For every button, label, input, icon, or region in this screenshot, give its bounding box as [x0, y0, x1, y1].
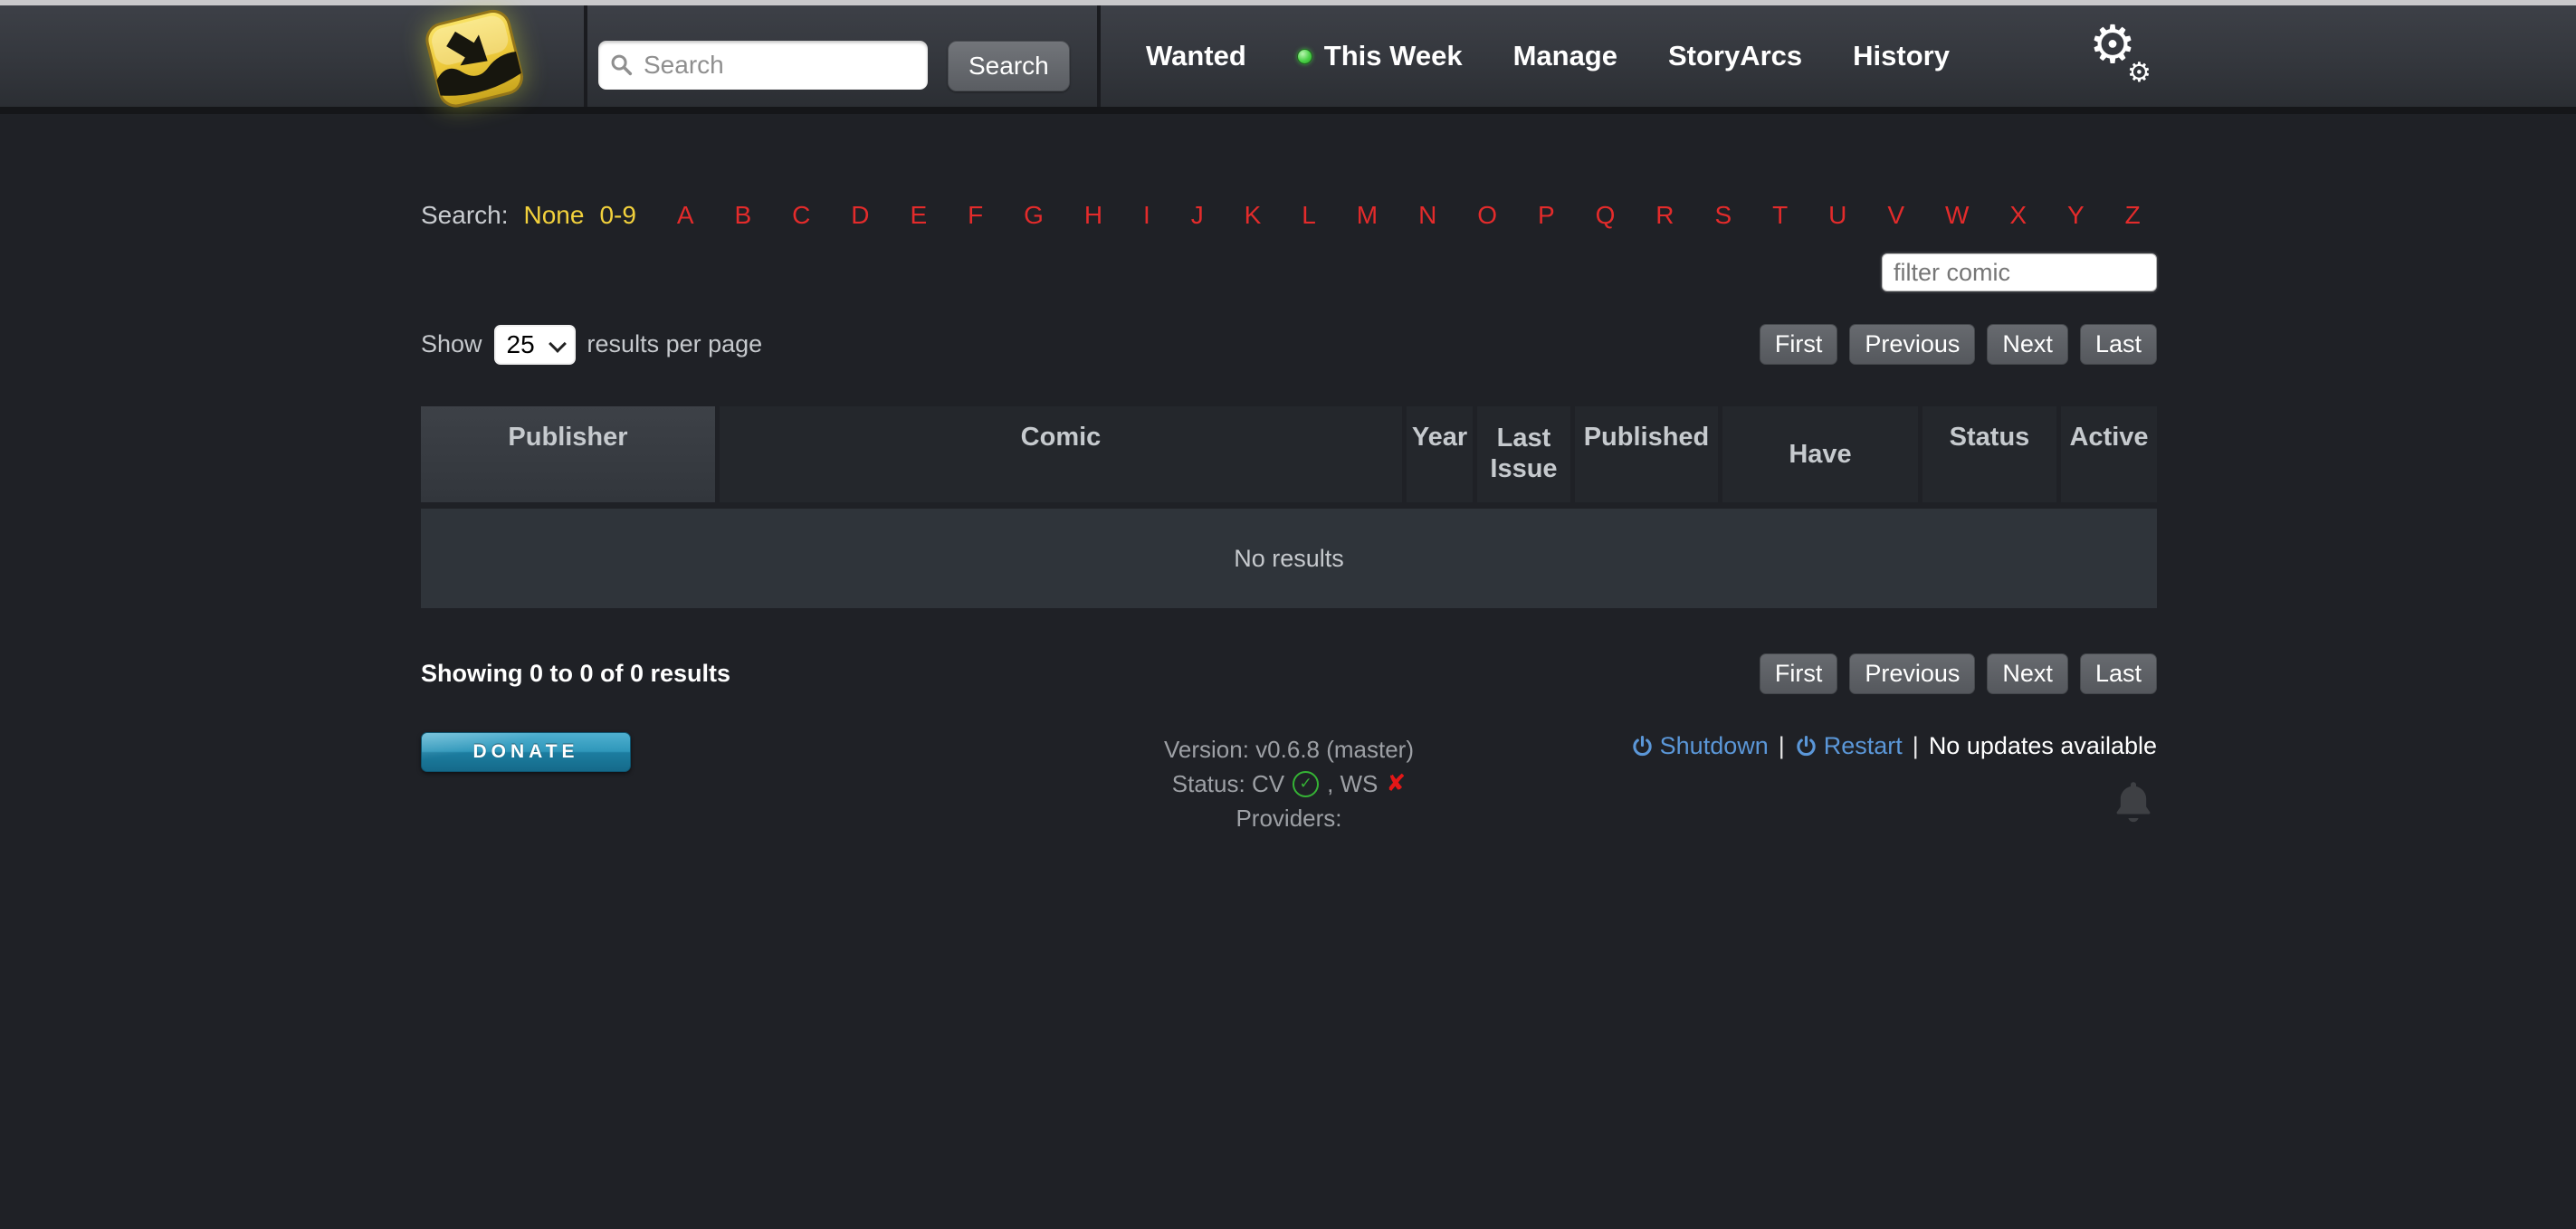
pagination-top: First Previous Next Last [1760, 324, 2157, 365]
results-summary: Showing 0 to 0 of 0 results [421, 660, 730, 688]
restart-link[interactable]: Restart [1795, 732, 1903, 760]
search-icon [609, 52, 634, 82]
results-per-page-control: Show 25 results per page [421, 325, 762, 365]
alphabet-filter-row: Search: None 0-9 A B C D E F G H I J K L M N O P Q R S T U V W… [421, 201, 2157, 230]
alpha-filter-0-9[interactable]: 0-9 [599, 201, 635, 230]
alpha-letter-U[interactable]: U [1828, 201, 1846, 230]
nav-item-wanted[interactable]: Wanted [1146, 40, 1246, 72]
column-header-status[interactable]: Status [1922, 406, 2056, 502]
per-page-suffix-label: results per page [587, 330, 763, 358]
nav-item-manage[interactable]: Manage [1513, 40, 1617, 72]
alpha-letter-Z[interactable]: Z [2125, 201, 2141, 230]
page-footer: DONATE Version: v0.6.8 (master) Status: … [421, 732, 2157, 835]
alpha-letter-O[interactable]: O [1477, 201, 1497, 230]
check-circle-icon: ✓ [1293, 771, 1319, 797]
last-page-button[interactable]: Last [2080, 324, 2157, 365]
alpha-letter-B[interactable]: B [734, 201, 751, 230]
green-status-dot-icon [1297, 49, 1312, 64]
alpha-letter-J[interactable]: J [1191, 201, 1204, 230]
column-header-publisher[interactable]: Publisher [421, 406, 715, 502]
column-header-comic[interactable]: Comic [720, 406, 1402, 502]
alpha-letter-A[interactable]: A [677, 201, 694, 230]
alpha-letter-M[interactable]: M [1357, 201, 1378, 230]
alpha-letter-G[interactable]: G [1024, 201, 1044, 230]
alpha-letter-D[interactable]: D [851, 201, 869, 230]
search-button[interactable]: Search [948, 41, 1070, 91]
column-header-year[interactable]: Year [1407, 406, 1473, 502]
alpha-letter-K[interactable]: K [1245, 201, 1262, 230]
alpha-letter-H[interactable]: H [1084, 201, 1102, 230]
alpha-letter-N[interactable]: N [1418, 201, 1436, 230]
version-line: Version: v0.6.8 (master) [1164, 732, 1414, 767]
system-links: Shutdown | Restart | No updates availabl… [1631, 732, 2157, 760]
alpha-letter-P[interactable]: P [1538, 201, 1555, 230]
version-status-block: Version: v0.6.8 (master) Status: CV ✓ , … [1164, 732, 1414, 835]
nav-item-this-week[interactable]: This Week [1297, 40, 1463, 72]
comics-table-header: Publisher Comic Year Last Issue Publishe… [421, 406, 2157, 502]
alpha-letter-Q[interactable]: Q [1596, 201, 1616, 230]
alpha-letter-Y[interactable]: Y [2067, 201, 2085, 230]
alpha-letter-R[interactable]: R [1655, 201, 1674, 230]
cross-icon: ✘ [1386, 767, 1406, 801]
top-navbar: Search Wanted This Week Manage StoryArcs… [0, 5, 2576, 114]
no-results-message: No results [1234, 545, 1344, 573]
mylar-logo[interactable] [405, 0, 541, 119]
alpha-letter-S[interactable]: S [1714, 201, 1732, 230]
column-header-published[interactable]: Published [1575, 406, 1718, 502]
link-separator: | [1779, 732, 1785, 760]
pagination-bottom: First Previous Next Last [1760, 653, 2157, 694]
navbar-divider [584, 5, 587, 107]
next-page-button[interactable]: Next [1987, 324, 2068, 365]
alpha-letter-E[interactable]: E [910, 201, 927, 230]
alpha-letter-W[interactable]: W [1945, 201, 1969, 230]
donate-button[interactable]: DONATE [421, 732, 631, 772]
show-label: Show [421, 330, 482, 358]
updates-status: No updates available [1929, 732, 2157, 760]
column-header-active[interactable]: Active [2061, 406, 2157, 502]
alpha-letter-X[interactable]: X [2009, 201, 2027, 230]
settings-gear-icon[interactable]: ⚙ ⚙ [2089, 18, 2160, 96]
column-header-have[interactable]: Have [1722, 406, 1918, 502]
nav-item-storyarcs[interactable]: StoryArcs [1668, 40, 1802, 72]
navbar-divider [1097, 5, 1101, 107]
last-page-button[interactable]: Last [2080, 653, 2157, 694]
status-line: Status: CV ✓ , WS ✘ [1164, 767, 1414, 801]
alpha-letter-F[interactable]: F [968, 201, 983, 230]
search-input[interactable] [598, 41, 928, 90]
alpha-letter-C[interactable]: C [792, 201, 810, 230]
alpha-filter-none[interactable]: None [524, 201, 585, 230]
alpha-letter-I[interactable]: I [1143, 201, 1150, 230]
per-page-select[interactable]: 25 [494, 325, 576, 365]
main-nav: Wanted This Week Manage StoryArcs Histor… [1146, 5, 1950, 107]
power-icon [1631, 735, 1654, 757]
nav-item-history[interactable]: History [1853, 40, 1950, 72]
previous-page-button[interactable]: Previous [1849, 653, 1975, 694]
providers-line: Providers: [1164, 801, 1414, 835]
alpha-search-label: Search: [421, 201, 509, 230]
power-icon [1795, 735, 1818, 757]
first-page-button[interactable]: First [1760, 324, 1837, 365]
alpha-letter-L[interactable]: L [1302, 201, 1316, 230]
filter-comic-input[interactable] [1882, 253, 2157, 291]
table-empty-row: No results [421, 509, 2157, 608]
column-header-last-issue[interactable]: Last Issue [1477, 406, 1570, 502]
shutdown-link[interactable]: Shutdown [1631, 732, 1769, 760]
previous-page-button[interactable]: Previous [1849, 324, 1975, 365]
alpha-letter-V[interactable]: V [1887, 201, 1904, 230]
first-page-button[interactable]: First [1760, 653, 1837, 694]
main-content: Search: None 0-9 A B C D E F G H I J K L M N O P Q R S T U V W… [421, 201, 2157, 835]
link-separator: | [1913, 732, 1919, 760]
next-page-button[interactable]: Next [1987, 653, 2068, 694]
notification-bell-icon[interactable] [2112, 778, 2155, 835]
alpha-letter-T[interactable]: T [1772, 201, 1788, 230]
